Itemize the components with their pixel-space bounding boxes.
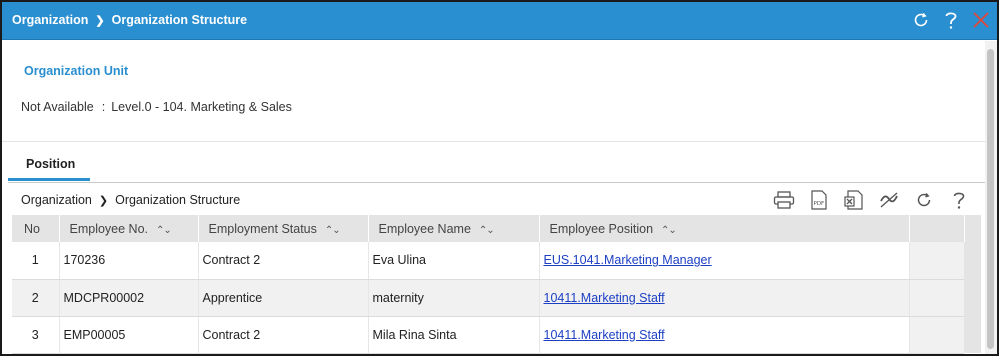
cell-employee-no: EMP00005 xyxy=(59,316,199,354)
cell-no: 2 xyxy=(12,279,60,317)
title-crumb-current: Organization Structure xyxy=(111,13,248,27)
filter-clear-icon[interactable] xyxy=(877,189,901,211)
chevron-right-icon: ❯ xyxy=(95,14,105,27)
cell-employee-name: Mila Rina Sinta xyxy=(368,316,540,354)
cell-employee-name: maternity xyxy=(368,279,540,317)
cell-no: 1 xyxy=(12,242,60,280)
column-label: Employee Name xyxy=(378,221,471,236)
org-unit-colon: : xyxy=(101,100,106,114)
grid-toolbar: PDF xyxy=(772,189,971,211)
cell-scroll xyxy=(964,242,981,279)
sort-icon[interactable]: ⌃⌄ xyxy=(325,225,341,236)
position-link[interactable]: 10411.Marketing Staff xyxy=(544,328,665,342)
cell-employee-name: Eva Ulina xyxy=(368,242,540,280)
title-actions xyxy=(911,8,991,32)
close-icon[interactable] xyxy=(971,8,991,32)
employee-table: No Employee No. ⌃⌄ Employment Status ⌃⌄ Em… xyxy=(12,215,982,354)
sort-icon[interactable]: ⌃⌄ xyxy=(156,225,172,236)
help-icon[interactable] xyxy=(947,189,971,211)
excel-icon[interactable] xyxy=(842,189,866,211)
title-bar: Organization ❯ Organization Structure xyxy=(2,2,997,40)
refresh-icon[interactable] xyxy=(912,189,936,211)
help-icon[interactable] xyxy=(941,8,961,32)
cell-scroll xyxy=(964,279,981,316)
pdf-icon[interactable]: PDF xyxy=(807,189,831,211)
cell-employee-no: 170236 xyxy=(59,242,199,280)
position-link[interactable]: EUS.1041.Marketing Manager xyxy=(544,253,712,267)
app-window: Organization ❯ Organization Structure Or… xyxy=(0,0,999,356)
scrollbar-thumb[interactable] xyxy=(987,49,994,349)
cell-spacer xyxy=(909,279,964,317)
divider xyxy=(2,141,985,142)
cell-employee-position: 10411.Marketing Staff xyxy=(539,316,910,354)
refresh-icon[interactable] xyxy=(911,8,931,32)
title-crumb-root[interactable]: Organization xyxy=(12,13,88,27)
column-label: Employment Status xyxy=(208,221,317,236)
employee-grid: No Employee No. ⌃⌄ Employment Status ⌃⌄ Em… xyxy=(12,215,982,354)
cell-no: 3 xyxy=(12,316,60,354)
column-header-employee-name[interactable]: Employee Name ⌃⌄ xyxy=(368,215,540,242)
table-row[interactable]: 3 EMP00005 Contract 2 Mila Rina Sinta 10… xyxy=(12,316,981,354)
cell-employee-no: MDCPR00002 xyxy=(59,279,199,317)
column-header-spacer xyxy=(909,215,965,242)
tab-position[interactable]: Position xyxy=(8,157,90,181)
chevron-right-icon: ❯ xyxy=(98,194,109,207)
sort-icon[interactable]: ⌃⌄ xyxy=(479,225,495,236)
cell-scroll xyxy=(964,316,981,353)
table-row[interactable]: 1 170236 Contract 2 Eva Ulina EUS.1041.M… xyxy=(12,242,981,280)
org-unit-value: Level.0 - 104. Marketing & Sales xyxy=(111,100,292,114)
breadcrumb-current: Organization Structure xyxy=(115,193,241,207)
column-header-employee-position[interactable]: Employee Position ⌃⌄ xyxy=(539,215,910,242)
org-unit-header: Organization Unit xyxy=(24,64,129,78)
org-unit-label: Not Available xyxy=(21,100,94,114)
cell-employee-position: 10411.Marketing Staff xyxy=(539,279,910,317)
cell-employment-status: Contract 2 xyxy=(198,316,369,354)
column-label: Employee Position xyxy=(549,221,654,236)
org-unit-row: Not Available : Level.0 - 104. Marketing… xyxy=(21,100,292,114)
cell-spacer xyxy=(909,316,964,354)
table-row[interactable]: 2 MDCPR00002 Apprentice maternity 10411.… xyxy=(12,279,981,317)
column-label: No xyxy=(24,221,40,236)
svg-text:PDF: PDF xyxy=(814,201,825,207)
print-icon[interactable] xyxy=(772,189,796,211)
main-content: Organization Unit Not Available : Level.… xyxy=(2,41,985,354)
sort-icon[interactable]: ⌃⌄ xyxy=(661,225,677,236)
cell-employee-position: EUS.1041.Marketing Manager xyxy=(539,242,910,280)
table-header-row: No Employee No. ⌃⌄ Employment Status ⌃⌄ Em… xyxy=(12,215,982,242)
breadcrumb-root[interactable]: Organization xyxy=(21,193,92,207)
column-header-employment-status[interactable]: Employment Status ⌃⌄ xyxy=(198,215,369,242)
cell-employment-status: Contract 2 xyxy=(198,242,369,280)
column-header-employee-no[interactable]: Employee No. ⌃⌄ xyxy=(59,215,199,242)
breadcrumb: Organization ❯ Organization Structure xyxy=(21,193,240,207)
position-link[interactable]: 10411.Marketing Staff xyxy=(544,291,665,305)
title-breadcrumb: Organization ❯ Organization Structure xyxy=(12,13,247,27)
column-header-scroll xyxy=(964,215,982,242)
tab-divider xyxy=(8,182,985,183)
column-label: Employee No. xyxy=(69,221,149,236)
cell-spacer xyxy=(909,242,964,280)
cell-employment-status: Apprentice xyxy=(198,279,369,317)
column-header-no: No xyxy=(12,215,60,242)
